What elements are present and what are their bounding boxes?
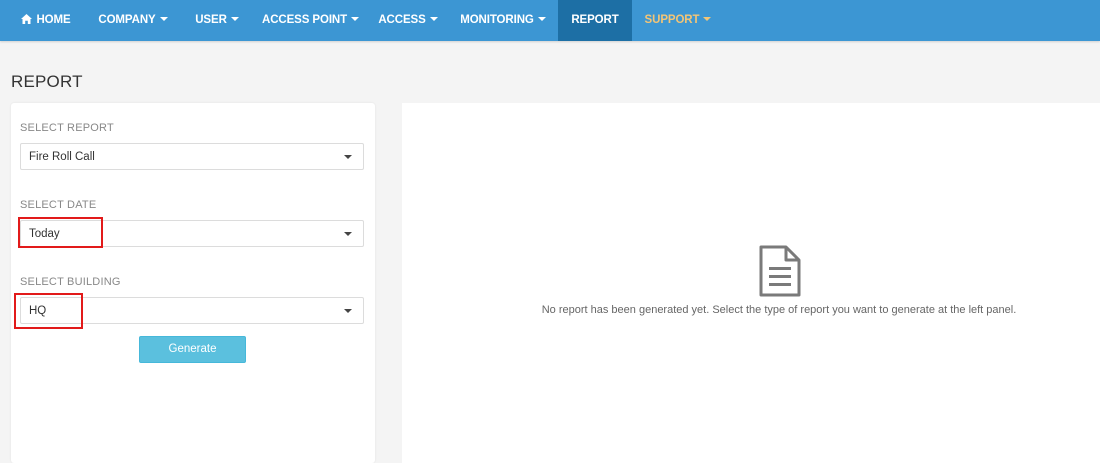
nav-company[interactable]: COMPANY <box>93 0 173 41</box>
caret-down-icon <box>230 17 239 21</box>
nav-support-label: SUPPORT <box>644 14 700 26</box>
page-title: REPORT <box>11 72 83 91</box>
select-building-value: HQ <box>29 305 47 317</box>
nav-access-point-label: ACCESS POINT <box>262 14 348 26</box>
dropdown-arrow-icon <box>344 309 352 313</box>
nav-home-label: HOME <box>36 14 71 26</box>
caret-down-icon <box>429 17 438 21</box>
nav-support[interactable]: SUPPORT <box>641 0 715 41</box>
generate-button[interactable]: Generate <box>139 336 246 363</box>
caret-down-icon <box>351 17 360 21</box>
select-report-label: SELECT REPORT <box>20 122 114 134</box>
select-report-dropdown[interactable]: Fire Roll Call <box>20 143 364 170</box>
nav-report-label: REPORT <box>571 14 619 26</box>
home-icon <box>21 14 33 24</box>
nav-report[interactable]: REPORT <box>558 0 632 41</box>
select-date-label: SELECT DATE <box>20 199 97 211</box>
nav-monitoring[interactable]: MONITORING <box>455 0 551 41</box>
dropdown-arrow-icon <box>344 232 352 236</box>
select-report-value: Fire Roll Call <box>29 151 95 163</box>
nav-monitoring-label: MONITORING <box>460 14 534 26</box>
caret-down-icon <box>537 17 546 21</box>
select-building-dropdown[interactable]: HQ <box>20 297 364 324</box>
report-options-panel: SELECT REPORT Fire Roll Call SELECT DATE… <box>11 103 375 463</box>
caret-down-icon <box>159 17 168 21</box>
nav-home[interactable]: HOME <box>11 0 81 41</box>
dropdown-arrow-icon <box>344 155 352 159</box>
nav-user[interactable]: USER <box>187 0 247 41</box>
caret-down-icon <box>703 17 712 21</box>
report-result-panel: No report has been generated yet. Select… <box>402 103 1100 463</box>
nav-access-label: ACCESS <box>378 14 426 26</box>
nav-company-label: COMPANY <box>98 14 156 26</box>
select-building-label: SELECT BUILDING <box>20 276 121 288</box>
select-date-value: Today <box>29 228 60 240</box>
top-navbar: HOME COMPANY USER ACCESS POINT ACCESS MO… <box>0 0 1100 41</box>
empty-report-message: No report has been generated yet. Select… <box>541 304 1017 316</box>
nav-access[interactable]: ACCESS <box>375 0 441 41</box>
nav-access-point[interactable]: ACCESS POINT <box>262 0 360 41</box>
nav-user-label: USER <box>195 14 227 26</box>
select-date-dropdown[interactable]: Today <box>20 220 364 247</box>
document-icon <box>759 245 801 297</box>
